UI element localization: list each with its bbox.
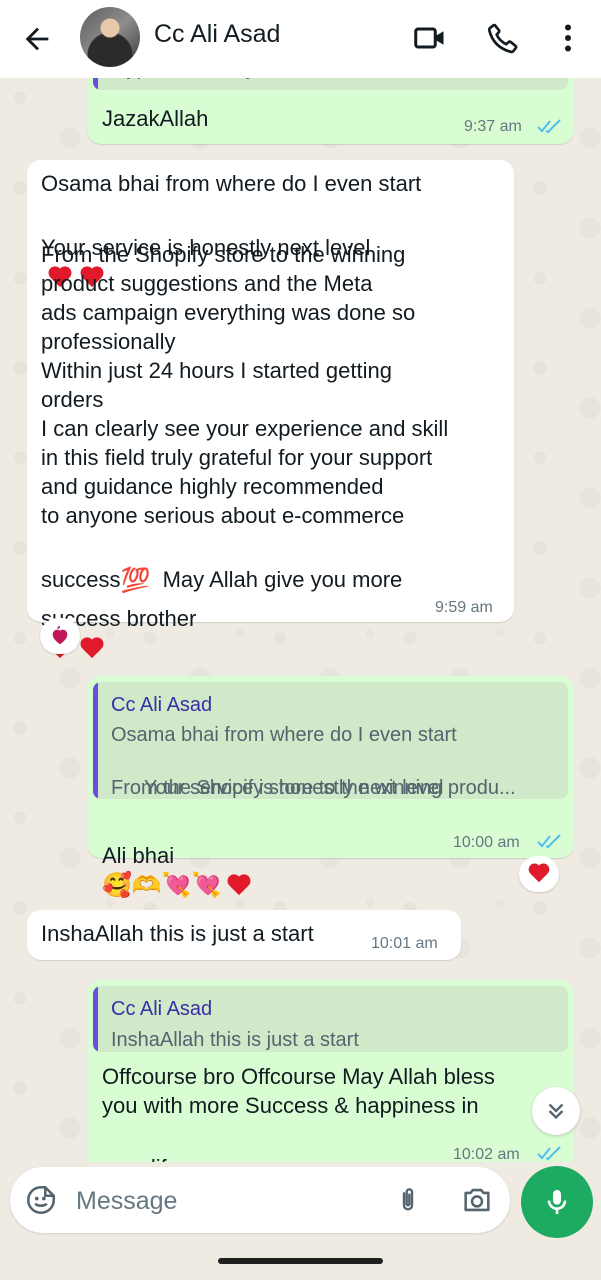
quote-author: Cc Ali Asad [111, 998, 213, 1020]
message-line: Osama bhai from where do I even start [41, 171, 422, 196]
double-check-icon [537, 1146, 561, 1161]
scroll-to-bottom-button[interactable] [532, 1087, 580, 1135]
red-heart-emoji [226, 875, 252, 897]
message-line: you with more Success & happiness in [102, 1093, 479, 1118]
quote-text: InshaAllah this is just a start [111, 1029, 359, 1051]
video-call-icon[interactable] [412, 20, 448, 56]
quote-text: Osama bhai from where do I even start [111, 724, 457, 746]
emoji-icon[interactable] [24, 1183, 58, 1217]
more-vert-icon[interactable] [550, 20, 586, 56]
message-input[interactable] [74, 1183, 378, 1219]
message-time: 9:59 am [435, 599, 493, 616]
back-arrow-icon[interactable] [20, 22, 54, 56]
quote-bar [93, 986, 98, 1052]
message-line: Offcourse bro Offcourse May Allah bless [102, 1064, 495, 1089]
message-line: Ali bhai 🥰🫶💘💘 [102, 812, 252, 899]
voice-message-button[interactable] [521, 1166, 593, 1238]
quote-text: From the Shopify store to the winning pr… [111, 777, 516, 799]
message-composer [10, 1167, 510, 1233]
contact-name[interactable]: Cc Ali Asad [154, 20, 280, 49]
double-check-icon [537, 834, 561, 849]
message-time: 10:00 am [453, 834, 520, 851]
message-bubble-incoming[interactable]: Osama bhai from where do I even start Yo… [27, 160, 514, 631]
message-bubble-outgoing[interactable]: Cc Ali Asad InshaAllah this is just a st… [87, 980, 574, 1180]
message-time: 9:37 am [464, 118, 522, 135]
chat-header: Cc Ali Asad [0, 0, 601, 78]
red-heart-emoji [79, 638, 105, 660]
message-paragraph: From the Shopify store to the winning pr… [41, 242, 449, 528]
avatar[interactable] [80, 7, 140, 67]
camera-icon[interactable] [460, 1183, 494, 1217]
quote-author: Cc Ali Asad [111, 694, 213, 716]
gesture-navigation-bar[interactable] [218, 1258, 383, 1264]
message-bubble-incoming[interactable]: InshaAllah this is just a start 10:01 am [27, 910, 461, 960]
message-text: InshaAllah this is just a start [41, 921, 314, 946]
message-bubble-outgoing[interactable]: Cc Ali Asad Osama bhai from where do I e… [87, 676, 574, 898]
attach-icon[interactable] [392, 1182, 424, 1218]
message-time: 10:01 am [371, 935, 438, 952]
red-heart-emoji [527, 864, 550, 884]
message-reaction[interactable] [40, 618, 80, 654]
message-line-text: Ali bhai [102, 843, 175, 868]
message-text: JazakAllah [102, 106, 209, 131]
message-reaction[interactable] [519, 856, 559, 892]
mic-icon [547, 1190, 567, 1214]
quoted-message[interactable]: Cc Ali Asad InshaAllah this is just a st… [93, 986, 568, 1052]
quoted-message[interactable]: Cc Ali Asad Osama bhai from where do I e… [93, 682, 568, 799]
double-chevron-down-icon [548, 1103, 564, 1120]
quote-bar [93, 682, 98, 799]
emoji-sequence: 🥰🫶💘💘 [102, 872, 222, 900]
phone-icon[interactable] [485, 20, 521, 56]
message-line-text: May Allah give you more [162, 567, 403, 592]
double-check-icon [537, 119, 561, 134]
anatomical-heart-icon [52, 625, 68, 645]
